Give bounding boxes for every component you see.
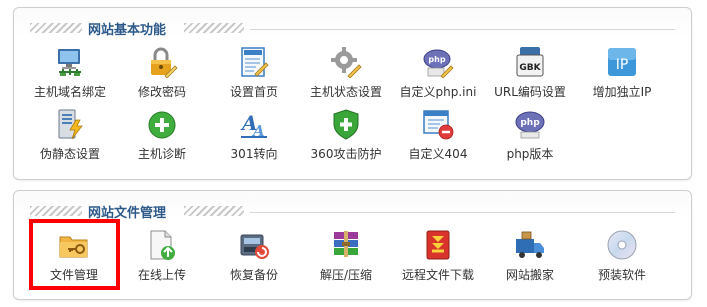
padlock-pencil-icon <box>146 46 178 78</box>
panel-header: 网站文件管理 <box>24 201 681 221</box>
header-hatch-decoration <box>184 206 244 216</box>
moving-truck-icon <box>514 229 546 261</box>
item-label: 远程文件下载 <box>401 268 474 282</box>
item-label: 设置首页 <box>229 85 278 99</box>
item-domain-binding[interactable]: 主机域名绑定 <box>24 46 116 104</box>
computer-network-icon <box>54 46 86 78</box>
backup-restore-icon <box>238 229 270 261</box>
server-lightning-icon <box>54 108 86 140</box>
item-set-homepage[interactable]: 设置首页 <box>208 46 300 104</box>
php-version-icon: php <box>514 108 546 140</box>
document-pencil-icon <box>238 46 270 78</box>
panel-header: 网站基本功能 <box>24 18 681 38</box>
header-hatch-decoration <box>184 23 244 33</box>
shield-plus-icon <box>330 108 362 140</box>
item-label: php版本 <box>506 147 554 161</box>
item-url-encoding[interactable]: GBK URL编码设置 <box>484 46 576 104</box>
panel-title-basic: 网站基本功能 <box>88 23 167 38</box>
item-360-protection[interactable]: 360攻击防护 <box>300 108 392 166</box>
item-restore-backup[interactable]: 恢复备份 <box>208 229 300 287</box>
panel-title-files: 网站文件管理 <box>88 206 167 221</box>
item-online-upload[interactable]: 在线上传 <box>116 229 208 287</box>
item-file-manager[interactable]: 文件管理 <box>28 229 120 287</box>
folder-key-icon <box>58 229 90 261</box>
item-php-version[interactable]: php php版本 <box>484 108 576 166</box>
gear-pencil-icon <box>330 46 362 78</box>
svg-text:IP: IP <box>616 57 629 73</box>
header-hatch-decoration <box>30 23 82 33</box>
item-host-status[interactable]: 主机状态设置 <box>300 46 392 104</box>
item-label: 增加独立IP <box>592 85 652 99</box>
item-301-redirect[interactable]: A A 301转向 <box>208 108 300 166</box>
item-label: 修改密码 <box>137 85 186 99</box>
window-remove-icon <box>422 108 454 140</box>
item-label: 伪静态设置 <box>39 147 100 161</box>
item-change-password[interactable]: 修改密码 <box>116 46 208 104</box>
item-label: 解压/压缩 <box>319 268 373 282</box>
item-extract-compress[interactable]: 解压/压缩 <box>300 229 392 287</box>
item-label: 主机域名绑定 <box>33 85 106 99</box>
header-hatch-decoration <box>30 206 82 216</box>
item-custom-404[interactable]: 自定义404 <box>392 108 484 166</box>
gbk-encoding-icon: GBK <box>514 46 546 78</box>
item-label: 在线上传 <box>137 268 186 282</box>
item-rewrite-settings[interactable]: 伪静态设置 <box>24 108 116 166</box>
php-edit-icon: php <box>422 46 454 78</box>
item-label: 主机状态设置 <box>309 85 382 99</box>
item-remote-download[interactable]: 远程文件下载 <box>392 229 484 287</box>
item-label: 301转向 <box>230 147 278 161</box>
item-site-move[interactable]: 网站搬家 <box>484 229 576 287</box>
ip-badge-icon: IP <box>606 46 638 78</box>
item-label: 预装软件 <box>597 268 646 282</box>
svg-text:php: php <box>428 55 445 64</box>
item-label: 360攻击防护 <box>310 147 382 161</box>
svg-text:php: php <box>520 118 540 128</box>
green-plus-icon <box>146 108 178 140</box>
svg-text:GBK: GBK <box>519 63 541 73</box>
item-label: 自定义404 <box>408 147 468 161</box>
item-label: 恢复备份 <box>229 268 278 282</box>
item-label: 主机诊断 <box>137 147 186 161</box>
item-label: 文件管理 <box>49 268 98 282</box>
item-host-diagnosis[interactable]: 主机诊断 <box>116 108 208 166</box>
item-label: URL编码设置 <box>494 85 566 99</box>
download-arrows-icon <box>422 229 454 261</box>
item-label: 自定义php.ini <box>399 85 477 99</box>
item-custom-php-ini[interactable]: php 自定义php.ini <box>392 46 484 104</box>
item-preinstalled-software[interactable]: 预装软件 <box>576 229 668 287</box>
archive-books-icon <box>330 229 362 261</box>
item-label: 网站搬家 <box>505 268 554 282</box>
redirect-letters-icon: A A <box>238 108 270 140</box>
document-upload-icon <box>146 229 178 261</box>
item-add-ip[interactable]: IP 增加独立IP <box>576 46 668 104</box>
header-divider <box>250 29 675 30</box>
header-divider <box>250 212 675 213</box>
cd-disc-icon <box>606 229 638 261</box>
